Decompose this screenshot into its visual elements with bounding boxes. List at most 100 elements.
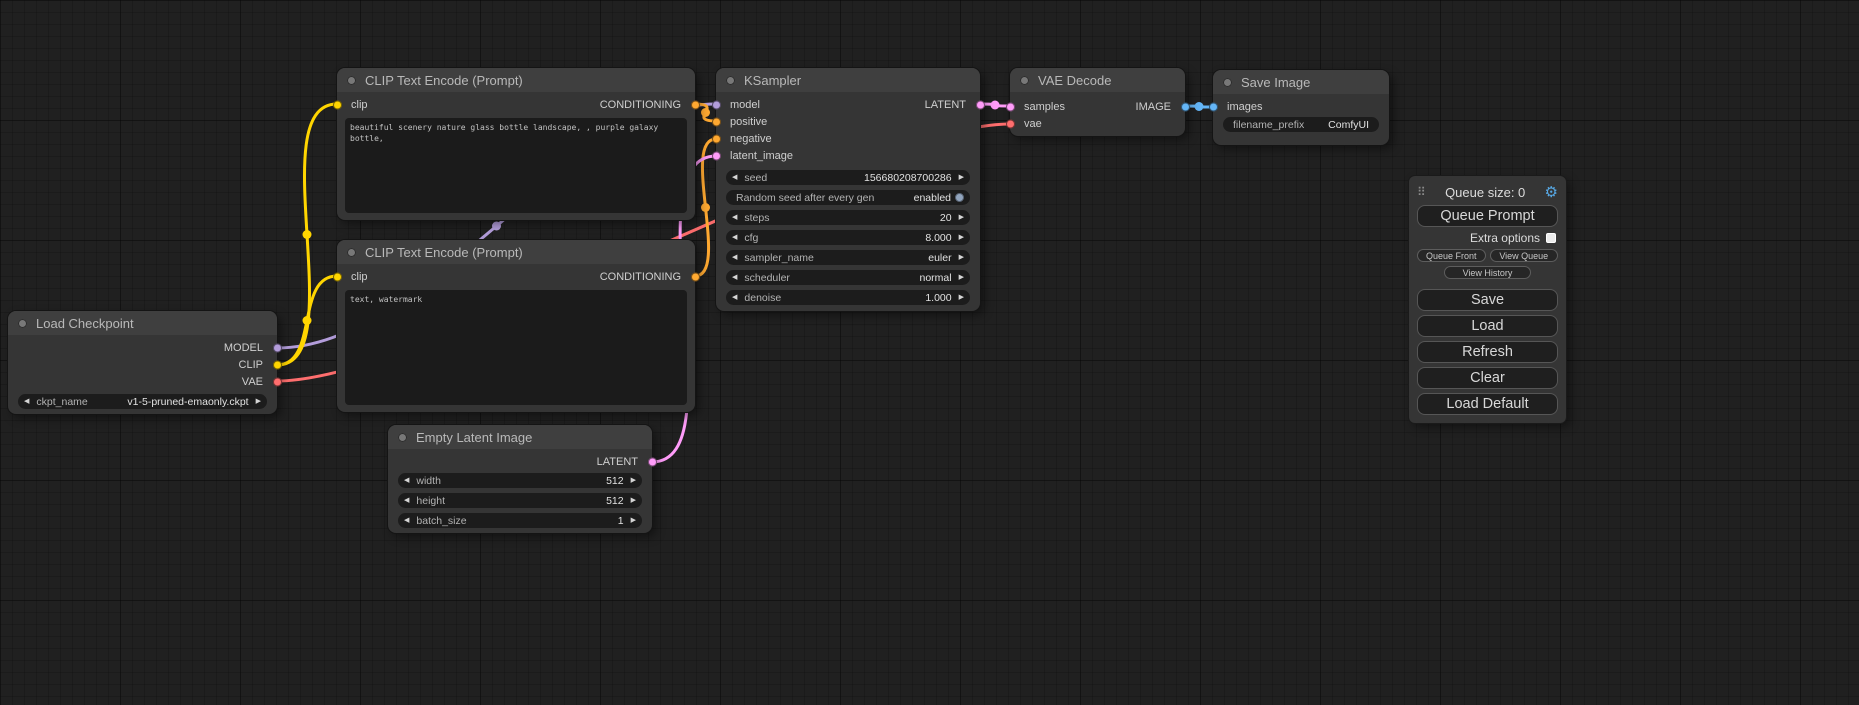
- widget-steps[interactable]: ◀ steps 20 ▶: [726, 210, 970, 225]
- node-load-checkpoint[interactable]: Load Checkpoint MODEL CLIP VAE ◀ ckpt_na…: [8, 311, 277, 414]
- negative-prompt-textarea[interactable]: text, watermark: [345, 290, 687, 405]
- widget-label: height: [416, 495, 445, 507]
- decrement-arrow-icon[interactable]: ◀: [404, 477, 409, 484]
- widget-filename-prefix[interactable]: filename_prefix ComfyUI: [1223, 117, 1379, 132]
- collapse-dot-icon[interactable]: [1020, 76, 1029, 85]
- collapse-dot-icon[interactable]: [726, 76, 735, 85]
- view-queue-button[interactable]: View Queue: [1490, 249, 1559, 262]
- increment-arrow-icon[interactable]: ▶: [959, 214, 964, 221]
- node-clip-text-encode-negative[interactable]: CLIP Text Encode (Prompt) clip CONDITION…: [337, 240, 695, 412]
- node-empty-latent-image[interactable]: Empty Latent Image LATENT ◀ width 512 ▶ …: [388, 425, 652, 533]
- node-title: Empty Latent Image: [416, 430, 532, 445]
- input-port-latent-image[interactable]: [712, 151, 721, 160]
- decrement-arrow-icon[interactable]: ◀: [732, 254, 737, 261]
- slot-row: LATENT: [388, 453, 652, 470]
- save-button[interactable]: Save: [1417, 289, 1558, 311]
- node-vae-decode[interactable]: VAE Decode samples IMAGE vae: [1010, 68, 1185, 136]
- positive-prompt-textarea[interactable]: beautiful scenery nature glass bottle la…: [345, 118, 687, 213]
- decrement-arrow-icon[interactable]: ◀: [404, 517, 409, 524]
- decrement-arrow-icon[interactable]: ◀: [24, 398, 29, 405]
- widget-denoise[interactable]: ◀ denoise 1.000 ▶: [726, 290, 970, 305]
- output-port-image[interactable]: [1181, 102, 1190, 111]
- collapse-dot-icon[interactable]: [347, 248, 356, 257]
- output-slot-label: CONDITIONING: [600, 271, 681, 283]
- collapse-dot-icon[interactable]: [347, 76, 356, 85]
- input-port-samples[interactable]: [1006, 102, 1015, 111]
- drag-handle-icon[interactable]: ⠿: [1417, 185, 1426, 199]
- input-slot-label: latent_image: [730, 150, 793, 162]
- input-slot-label: images: [1227, 101, 1262, 113]
- refresh-button[interactable]: Refresh: [1417, 341, 1558, 363]
- widget-scheduler[interactable]: ◀ scheduler normal ▶: [726, 270, 970, 285]
- node-title-bar[interactable]: VAE Decode: [1010, 68, 1185, 92]
- node-title-bar[interactable]: Save Image: [1213, 70, 1389, 94]
- increment-arrow-icon[interactable]: ▶: [959, 174, 964, 181]
- widget-value: 512: [606, 475, 624, 487]
- queue-prompt-button[interactable]: Queue Prompt: [1417, 205, 1558, 227]
- decrement-arrow-icon[interactable]: ◀: [732, 274, 737, 281]
- widget-width[interactable]: ◀ width 512 ▶: [398, 473, 642, 488]
- input-port-vae[interactable]: [1006, 119, 1015, 128]
- view-history-button[interactable]: View History: [1444, 266, 1531, 279]
- node-title-bar[interactable]: CLIP Text Encode (Prompt): [337, 68, 695, 92]
- output-port-latent[interactable]: [648, 457, 657, 466]
- increment-arrow-icon[interactable]: ▶: [256, 398, 261, 405]
- node-save-image[interactable]: Save Image images filename_prefix ComfyU…: [1213, 70, 1389, 145]
- node-title-bar[interactable]: KSampler: [716, 68, 980, 92]
- decrement-arrow-icon[interactable]: ◀: [732, 294, 737, 301]
- node-title-bar[interactable]: CLIP Text Encode (Prompt): [337, 240, 695, 264]
- node-title-bar[interactable]: Empty Latent Image: [388, 425, 652, 449]
- input-port-negative[interactable]: [712, 134, 721, 143]
- collapse-dot-icon[interactable]: [1223, 78, 1232, 87]
- node-title: CLIP Text Encode (Prompt): [365, 73, 523, 88]
- control-menu-panel: ⠿ Queue size: 0 ⚙ Queue Prompt Extra opt…: [1409, 176, 1566, 423]
- output-slot-label: MODEL: [224, 342, 263, 354]
- output-port-vae[interactable]: [273, 377, 282, 386]
- node-graph-canvas[interactable]: Load Checkpoint MODEL CLIP VAE ◀ ckpt_na…: [0, 0, 1859, 705]
- input-port-model[interactable]: [712, 100, 721, 109]
- extra-options-checkbox[interactable]: [1546, 233, 1556, 243]
- decrement-arrow-icon[interactable]: ◀: [732, 214, 737, 221]
- increment-arrow-icon[interactable]: ▶: [631, 497, 636, 504]
- decrement-arrow-icon[interactable]: ◀: [732, 234, 737, 241]
- widget-ckpt-name[interactable]: ◀ ckpt_name v1-5-pruned-emaonly.ckpt ▶: [18, 394, 267, 409]
- widget-value: euler: [928, 252, 951, 264]
- increment-arrow-icon[interactable]: ▶: [631, 517, 636, 524]
- collapse-dot-icon[interactable]: [18, 319, 27, 328]
- output-port-model[interactable]: [273, 343, 282, 352]
- widget-label: steps: [744, 212, 769, 224]
- output-port-conditioning[interactable]: [691, 272, 700, 281]
- collapse-dot-icon[interactable]: [398, 433, 407, 442]
- widget-value: ComfyUI: [1328, 119, 1369, 131]
- decrement-arrow-icon[interactable]: ◀: [732, 174, 737, 181]
- load-button[interactable]: Load: [1417, 315, 1558, 337]
- increment-arrow-icon[interactable]: ▶: [959, 274, 964, 281]
- node-title: Load Checkpoint: [36, 316, 134, 331]
- toggle-knob-icon[interactable]: [955, 193, 964, 202]
- increment-arrow-icon[interactable]: ▶: [959, 254, 964, 261]
- increment-arrow-icon[interactable]: ▶: [631, 477, 636, 484]
- node-ksampler[interactable]: KSampler model LATENT positive negative …: [716, 68, 980, 311]
- widget-seed[interactable]: ◀ seed 156680208700286 ▶: [726, 170, 970, 185]
- input-port-positive[interactable]: [712, 117, 721, 126]
- settings-gear-icon[interactable]: ⚙: [1545, 185, 1558, 200]
- load-default-button[interactable]: Load Default: [1417, 393, 1558, 415]
- clear-button[interactable]: Clear: [1417, 367, 1558, 389]
- input-port-clip[interactable]: [333, 100, 342, 109]
- increment-arrow-icon[interactable]: ▶: [959, 294, 964, 301]
- widget-cfg[interactable]: ◀ cfg 8.000 ▶: [726, 230, 970, 245]
- widget-batch-size[interactable]: ◀ batch_size 1 ▶: [398, 513, 642, 528]
- input-port-images[interactable]: [1209, 102, 1218, 111]
- widget-height[interactable]: ◀ height 512 ▶: [398, 493, 642, 508]
- queue-front-button[interactable]: Queue Front: [1417, 249, 1486, 262]
- widget-sampler-name[interactable]: ◀ sampler_name euler ▶: [726, 250, 970, 265]
- decrement-arrow-icon[interactable]: ◀: [404, 497, 409, 504]
- node-title-bar[interactable]: Load Checkpoint: [8, 311, 277, 335]
- output-port-clip[interactable]: [273, 360, 282, 369]
- node-clip-text-encode-positive[interactable]: CLIP Text Encode (Prompt) clip CONDITION…: [337, 68, 695, 220]
- widget-random-seed-toggle[interactable]: Random seed after every gen enabled: [726, 190, 970, 205]
- increment-arrow-icon[interactable]: ▶: [959, 234, 964, 241]
- output-port-conditioning[interactable]: [691, 100, 700, 109]
- output-port-latent[interactable]: [976, 100, 985, 109]
- input-port-clip[interactable]: [333, 272, 342, 281]
